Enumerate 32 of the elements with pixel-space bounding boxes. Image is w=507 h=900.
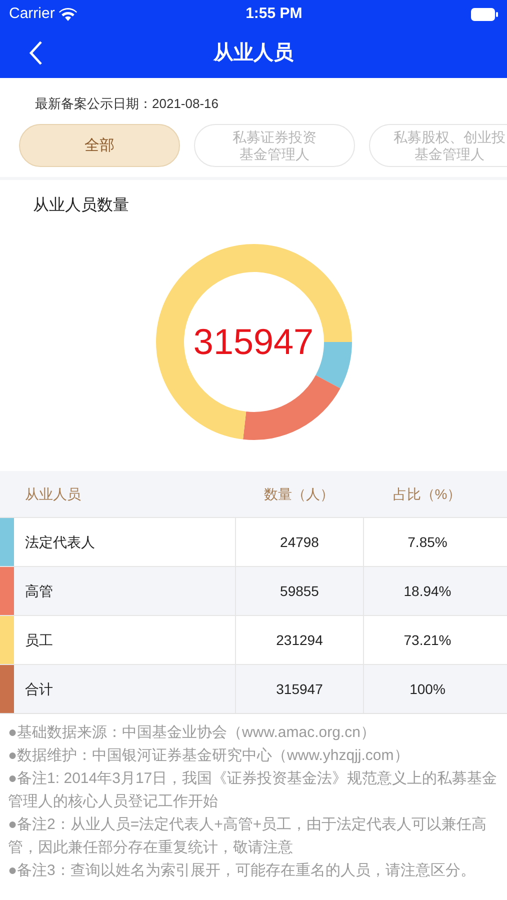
footnote: ●基础数据来源：中国基金业协会（www.amac.org.cn） — [8, 723, 376, 743]
section-title: 从业人员数量 — [33, 197, 129, 214]
page-title: 从业人员 — [214, 41, 294, 66]
footnote: ●备注1: 2014年3月17日，我国《证券投资基金法》规范意义上的私募基金管理人的核心人员登记工作开始 — [8, 769, 498, 812]
category-tab[interactable]: 私募股权、创业投 基金管理人 — [369, 124, 507, 167]
table-cell-text: 100% — [410, 680, 446, 698]
category-tab[interactable]: 全部 — [19, 124, 180, 167]
filing-date: 最新备案公示日期：2021-08-16 — [35, 96, 218, 111]
table-cell-text: 59855 — [280, 582, 319, 600]
footnote: ●备注2：从业人员=法定代表人+高管+员工，由于法定代表人可以兼任高管，因此兼任部分存在重复统计，敬请注意 — [8, 815, 488, 858]
table-cell-text: 24798 — [280, 532, 319, 552]
footnote: ●数据维护：中国银河证券基金研究中心（www.yhzqjj.com） — [8, 746, 410, 766]
column-header: 数量（人） — [263, 484, 335, 504]
clock: 1:55 PM — [246, 4, 302, 24]
battery-icon — [470, 8, 498, 20]
table-cell-text: 法定代表人 — [25, 532, 95, 552]
back-button[interactable] — [28, 40, 44, 66]
wifi-icon — [58, 8, 77, 20]
table-cell-text: 员工 — [25, 630, 53, 650]
table-cell-text: 高管 — [25, 582, 53, 600]
table-cell-text: 315947 — [276, 680, 323, 698]
column-header: 从业人员 — [24, 484, 82, 504]
table-cell-text: 7.85% — [408, 532, 448, 552]
table-cell-text: 合计 — [25, 680, 53, 698]
total-count: 315947 — [193, 320, 314, 364]
table-cell-text: 231294 — [276, 630, 323, 650]
table-cell-text: 73.21% — [404, 630, 452, 650]
table-cell-text: 18.94% — [404, 582, 452, 600]
footnote: ●备注3：查询以姓名为索引展开，可能存在重名的人员，请注意区分。 — [8, 861, 476, 881]
carrier-label: Carrier — [9, 4, 55, 24]
column-header: 占比（%） — [392, 484, 462, 504]
category-tab[interactable]: 私募证券投资 基金管理人 — [194, 124, 355, 167]
